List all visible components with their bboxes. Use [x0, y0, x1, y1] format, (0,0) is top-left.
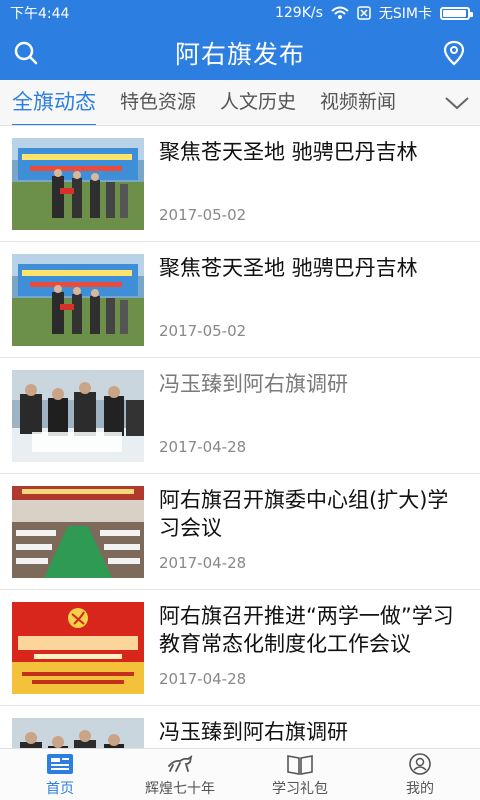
news-date: 2017-05-02 — [159, 206, 247, 224]
app-header: 阿右旗发布 — [0, 26, 480, 80]
news-thumbnail — [12, 486, 144, 578]
wifi-icon — [331, 6, 349, 19]
news-thumbnail — [12, 254, 144, 346]
nav-label: 我的 — [406, 780, 434, 797]
nav-label: 首页 — [46, 780, 74, 797]
news-item[interactable]: 聚焦苍天圣地 驰骋巴丹吉林 2017-05-02 — [0, 242, 480, 358]
news-list: 聚焦苍天圣地 驰骋巴丹吉林 2017-05-02 聚焦苍天圣地 驰骋巴丹吉林 2… — [0, 126, 480, 748]
news-title: 聚焦苍天圣地 驰骋巴丹吉林 — [159, 140, 418, 164]
home-news-icon — [47, 753, 73, 774]
nav-label: 辉煌七十年 — [145, 780, 215, 797]
network-speed: 129K/s — [274, 5, 323, 21]
news-date: 2017-04-28 — [159, 670, 247, 688]
location-pin-icon[interactable] — [440, 39, 468, 67]
tab-all-news[interactable]: 全旗动态 — [0, 80, 108, 125]
news-title: 阿右旗召开旗委中心组(扩大)学习会议 — [159, 488, 449, 540]
status-bar: 下午4:44 129K/s 无SIM卡 — [0, 0, 480, 26]
bottom-navigation: 首页 辉煌七十年 学习礼包 我的 — [0, 748, 480, 800]
nav-label: 学习礼包 — [272, 780, 328, 797]
tab-video-news[interactable]: 视频新闻 — [308, 80, 408, 125]
news-title: 阿右旗召开推进“两学一做”学习教育常态化制度化工作会议 — [159, 604, 454, 656]
news-title: 聚焦苍天圣地 驰骋巴丹吉林 — [159, 256, 418, 280]
page-title: 阿右旗发布 — [174, 40, 305, 69]
news-thumbnail — [12, 602, 144, 694]
nav-study-pack[interactable]: 学习礼包 — [240, 749, 360, 800]
battery-icon — [440, 6, 473, 20]
news-date: 2017-04-28 — [159, 438, 247, 456]
no-sim-icon — [357, 6, 371, 20]
news-title: 冯玉臻到阿右旗调研 — [159, 720, 348, 744]
book-icon — [287, 754, 313, 775]
profile-icon — [409, 752, 431, 775]
news-item[interactable]: 阿右旗召开推进“两学一做”学习教育常态化制度化工作会议 2017-04-28 — [0, 590, 480, 706]
news-item[interactable]: 冯玉臻到阿右旗调研 — [0, 706, 480, 748]
category-tabs: 全旗动态 特色资源 人文历史 视频新闻 — [0, 80, 480, 126]
tabs-expand-button[interactable] — [434, 80, 480, 125]
search-icon[interactable] — [12, 39, 40, 67]
news-thumbnail — [12, 718, 144, 748]
news-thumbnail — [12, 138, 144, 230]
news-date: 2017-05-02 — [159, 322, 247, 340]
news-thumbnail — [12, 370, 144, 462]
news-item[interactable]: 阿右旗召开旗委中心组(扩大)学习会议 2017-04-28 — [0, 474, 480, 590]
tab-featured-resources[interactable]: 特色资源 — [108, 80, 208, 125]
news-title: 冯玉臻到阿右旗调研 — [159, 372, 348, 396]
horse-icon — [168, 754, 193, 772]
status-time: 下午4:44 — [10, 6, 70, 22]
nav-profile[interactable]: 我的 — [360, 749, 480, 800]
news-date: 2017-04-28 — [159, 554, 247, 572]
nav-home[interactable]: 首页 — [0, 749, 120, 800]
nav-seventy-years[interactable]: 辉煌七十年 — [120, 749, 240, 800]
chevron-down-icon — [445, 97, 469, 110]
news-item[interactable]: 冯玉臻到阿右旗调研 2017-04-28 — [0, 358, 480, 474]
news-item[interactable]: 聚焦苍天圣地 驰骋巴丹吉林 2017-05-02 — [0, 126, 480, 242]
tab-culture-history[interactable]: 人文历史 — [208, 80, 308, 125]
sim-status: 无SIM卡 — [378, 6, 432, 22]
